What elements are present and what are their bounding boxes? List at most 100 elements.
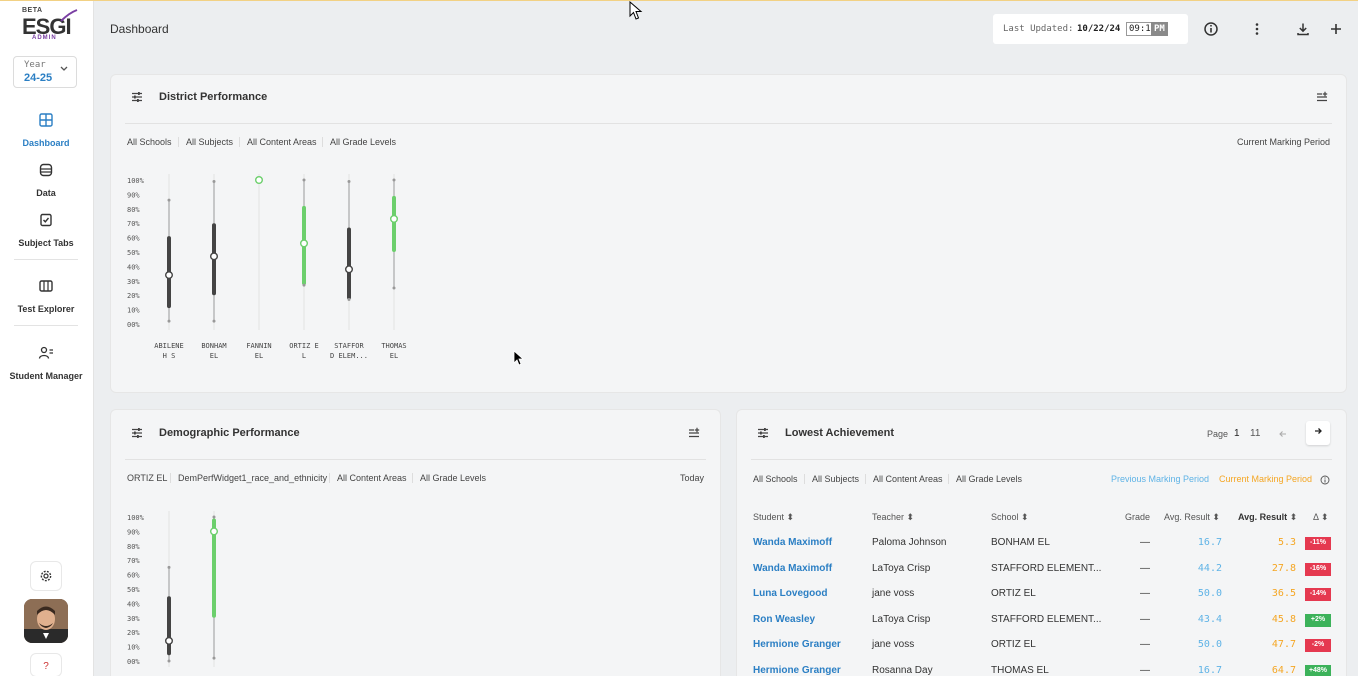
teacher-cell: jane voss [872, 588, 915, 600]
student-name-link[interactable]: Hermione Granger [753, 665, 841, 676]
y-tick-label: 40% [127, 263, 140, 271]
sidebar: BETA ESGI ADMIN Year 24-25 Dashboard Dat… [0, 1, 94, 676]
previous-marking-period-legend: Previous Marking Period [1111, 474, 1210, 484]
box-median-point [165, 271, 174, 280]
box-min-point [212, 656, 216, 660]
grade-cell: — [1140, 665, 1150, 676]
user-avatar[interactable] [24, 599, 68, 643]
x-tick-label: D ELEM... [330, 352, 368, 360]
info-icon[interactable] [1203, 21, 1219, 37]
card-divider [751, 459, 1332, 460]
page-current[interactable]: 1 [1234, 428, 1240, 439]
marking-period-select[interactable]: Current Marking Period [1237, 137, 1330, 147]
student-name-link[interactable]: Wanda Maximoff [753, 563, 832, 574]
y-tick-label: 40% [127, 600, 140, 608]
filter-divider [239, 137, 240, 147]
col-grade: Grade [1125, 512, 1150, 522]
school-cell: ORTIZ EL [991, 639, 1036, 651]
filter-divider [178, 137, 179, 147]
download-icon[interactable] [1295, 21, 1311, 37]
col-delta[interactable]: Δ ⬍ [1313, 512, 1329, 523]
sidebar-item-subject-tabs[interactable]: Subject Tabs [0, 212, 92, 251]
filter-settings-icon[interactable] [688, 427, 700, 439]
sidebar-item-data[interactable]: Data [0, 162, 92, 201]
box-median-point [344, 265, 353, 274]
filter-content-areas[interactable]: All Content Areas [337, 473, 407, 483]
box-median-point [209, 527, 218, 536]
filter-settings-icon[interactable] [1316, 91, 1328, 103]
logo-beta: BETA [22, 7, 43, 14]
student-name-link[interactable]: Wanda Maximoff [753, 537, 832, 548]
filter-subjects[interactable]: All Subjects [812, 474, 859, 484]
widget-menu-icon[interactable] [131, 427, 143, 439]
col-school[interactable]: School ⬍ [991, 512, 1029, 523]
col-prev-avg[interactable]: Avg. Result ⬍ [1164, 512, 1220, 523]
info-icon[interactable] [1320, 475, 1330, 485]
student-name-link[interactable]: Hermione Granger [753, 639, 841, 650]
esgi-logo[interactable]: BETA ESGI ADMIN [22, 7, 78, 45]
filter-demographic[interactable]: DemPerfWidget1_race_and_ethnicity [178, 473, 327, 483]
filter-content-areas[interactable]: All Content Areas [247, 137, 317, 147]
x-tick-label: EL [390, 352, 398, 360]
box-median-point [209, 252, 218, 261]
filter-grade-levels[interactable]: All Grade Levels [420, 473, 486, 483]
box-median-point [254, 175, 263, 184]
year-select[interactable]: Year 24-25 [13, 56, 77, 88]
more-vertical-icon[interactable] [1249, 21, 1265, 37]
sidebar-item-dashboard[interactable]: Dashboard [0, 112, 92, 151]
teacher-cell: jane voss [872, 639, 915, 651]
y-tick-label: 10% [127, 644, 140, 652]
box-iqr [392, 195, 396, 252]
filter-school[interactable]: ORTIZ EL [127, 473, 167, 483]
prev-avg-cell: 50.0 [1197, 639, 1222, 651]
widget-menu-icon[interactable] [131, 91, 143, 103]
school-cell: BONHAM EL [991, 537, 1050, 548]
filter-subjects[interactable]: All Subjects [186, 137, 233, 147]
curr-avg-cell: 64.7 [1271, 665, 1296, 676]
sidebar-item-student-manager[interactable]: Student Manager [0, 345, 92, 384]
filter-content-areas[interactable]: All Content Areas [873, 474, 943, 484]
year-label: Year [24, 60, 46, 70]
sort-icon: ⬍ [1021, 512, 1029, 522]
period-select[interactable]: Today [680, 473, 704, 483]
student-name-link[interactable]: Luna Lovegood [753, 588, 827, 599]
box-max-point [167, 198, 171, 202]
y-tick-label: 30% [127, 615, 140, 623]
x-tick-label: THOMAS [381, 342, 406, 350]
widget-menu-icon[interactable] [757, 427, 769, 439]
x-tick-label: BONHAM [201, 342, 226, 350]
arrow-left-icon[interactable] [1278, 429, 1288, 439]
curr-avg-cell: 45.8 [1271, 613, 1296, 625]
box-max-point [392, 178, 396, 182]
delta-badge: +48% [1305, 665, 1331, 676]
box-median-point [390, 214, 399, 223]
sidebar-item-test-explorer[interactable]: Test Explorer [0, 278, 92, 317]
y-tick-label: 80% [127, 543, 140, 551]
teacher-cell: Rosanna Day [872, 665, 933, 676]
col-curr-avg[interactable]: Avg. Result ⬍ [1238, 512, 1297, 523]
col-teacher[interactable]: Teacher ⬍ [872, 512, 914, 523]
col-student[interactable]: Student ⬍ [753, 512, 794, 523]
y-tick-label: 00% [127, 321, 140, 329]
app-root: BETA ESGI ADMIN Year 24-25 Dashboard Dat… [0, 0, 1358, 676]
arrow-right-icon [1315, 428, 1322, 434]
school-cell: STAFFORD ELEMENT... [991, 613, 1102, 625]
page-title: Dashboard [110, 22, 169, 36]
last-updated-label: Last Updated: [1003, 24, 1074, 34]
filter-grade-levels[interactable]: All Grade Levels [330, 137, 396, 147]
box-min-point [302, 283, 306, 287]
district-performance-chart: 100% 90% 80% 70% 60% 50% 40% 30% 20% 10% 00% ABILEN… [127, 174, 407, 360]
settings-button[interactable] [30, 561, 62, 591]
y-tick-label: 70% [127, 557, 140, 565]
cursor-icon [513, 350, 525, 366]
filter-schools[interactable]: All Schools [753, 474, 798, 484]
filter-schools[interactable]: All Schools [127, 137, 172, 147]
student-name-link[interactable]: Ron Weasley [753, 614, 815, 625]
sidebar-item-label: Data [36, 188, 56, 198]
next-page-button[interactable] [1306, 421, 1330, 445]
y-tick-label: 90% [127, 191, 140, 199]
filter-grade-levels[interactable]: All Grade Levels [956, 474, 1022, 484]
help-button[interactable]: ? [30, 653, 62, 676]
add-icon[interactable] [1328, 21, 1344, 37]
curr-avg-cell: 36.5 [1271, 588, 1296, 600]
